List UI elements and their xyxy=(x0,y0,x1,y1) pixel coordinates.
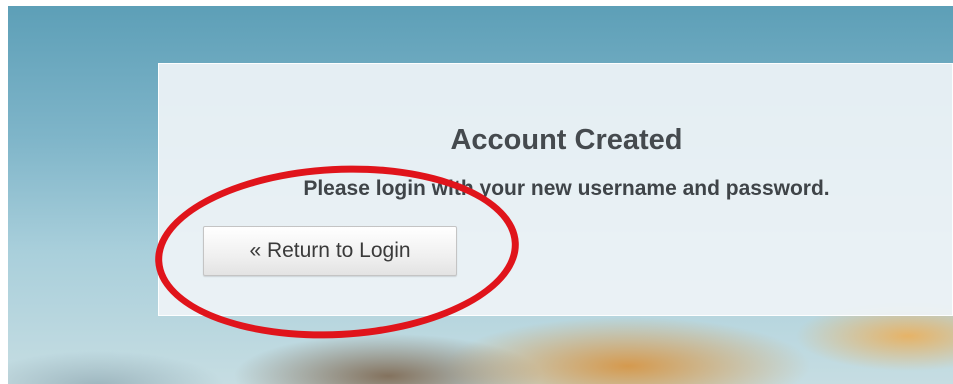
confirmation-message: Please login with your new username and … xyxy=(303,177,830,200)
page-title: Account Created xyxy=(450,124,683,156)
background-scene: Account Created Please login with your n… xyxy=(8,6,953,384)
account-created-panel: Account Created Please login with your n… xyxy=(158,63,953,316)
return-to-login-button[interactable]: « Return to Login xyxy=(203,226,457,276)
